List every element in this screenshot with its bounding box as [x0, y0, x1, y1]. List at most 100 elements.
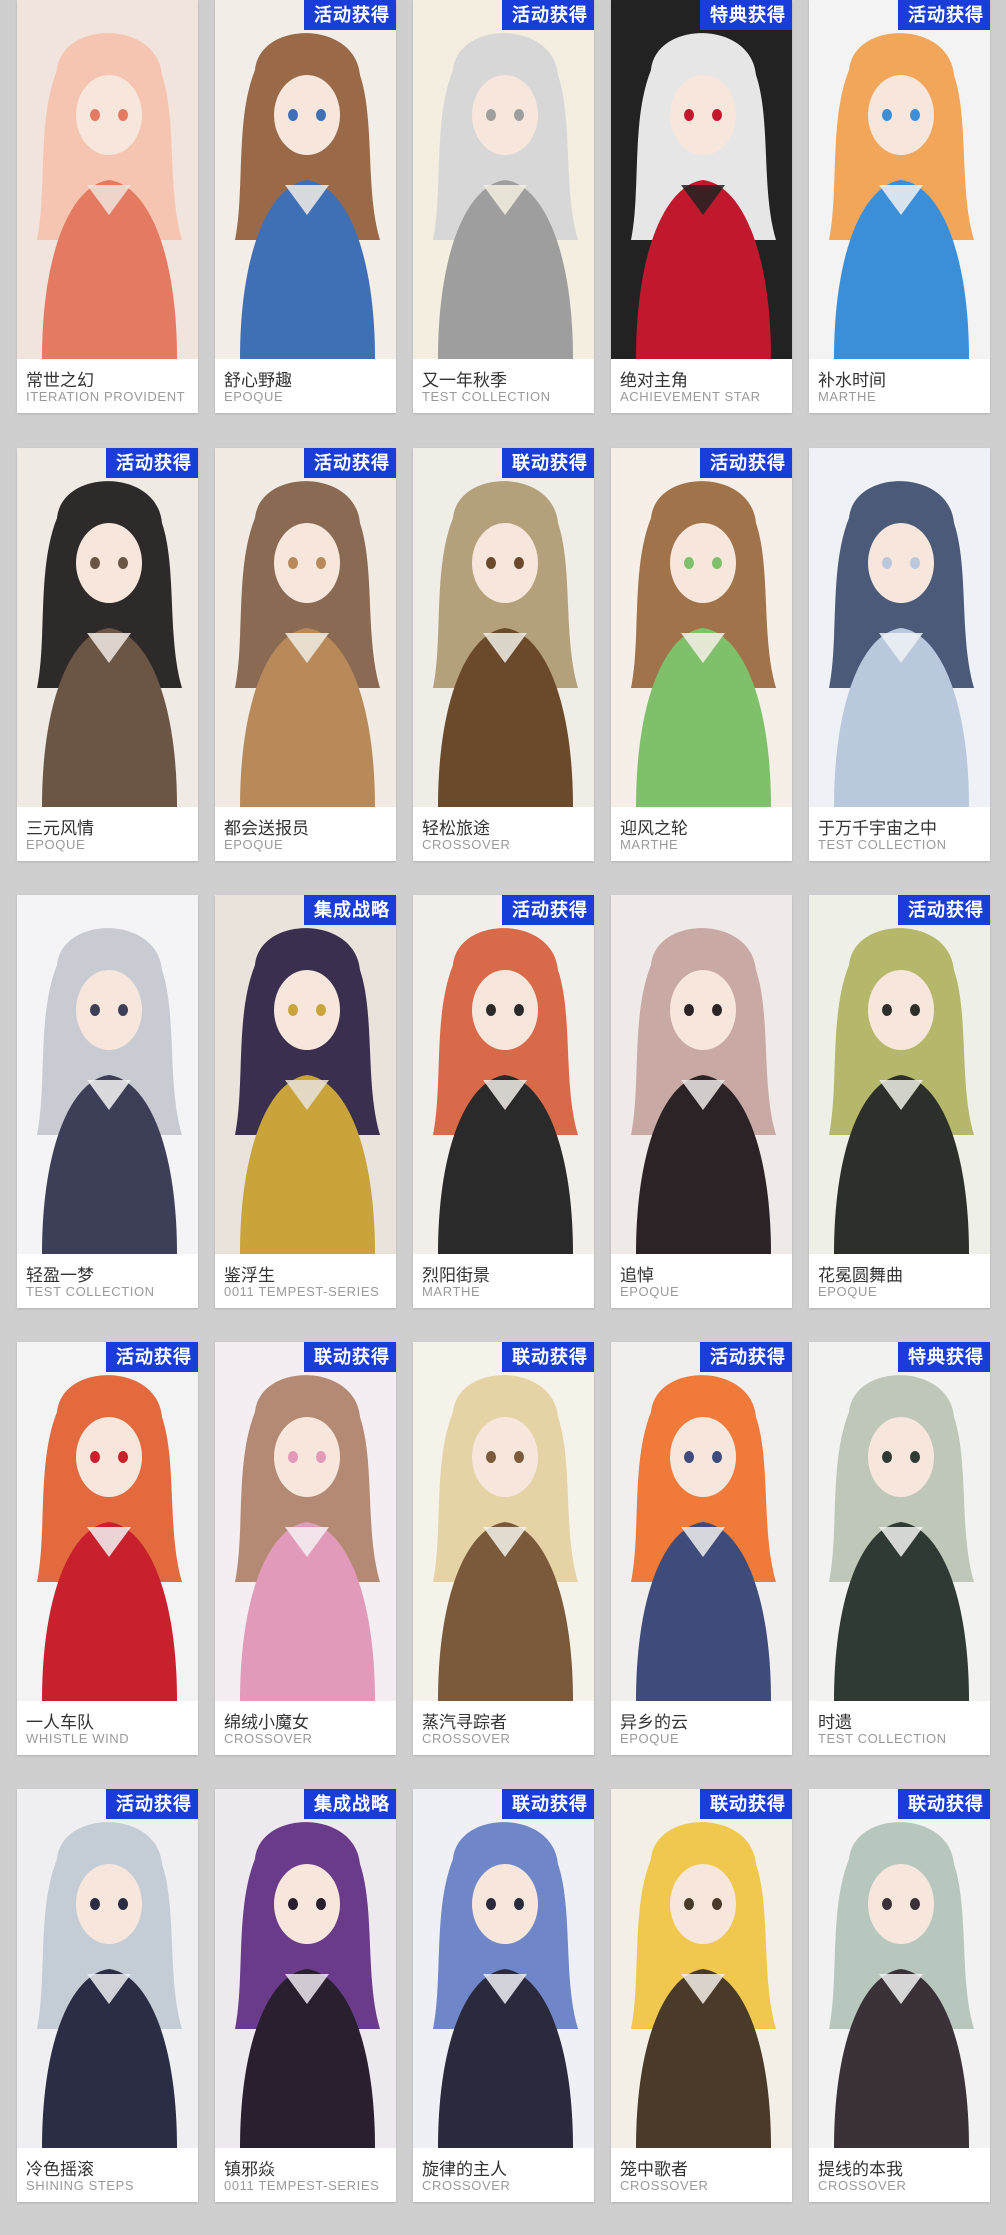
right-eye — [910, 1898, 920, 1910]
skin-series: ACHIEVEMENT STAR — [620, 389, 761, 404]
skin-card[interactable]: 集成战略 鉴浮生 0011 TEMPEST-SERIES — [215, 895, 396, 1308]
skin-card[interactable]: 常世之幻 ITERATION PROVIDENT — [17, 0, 198, 413]
card-caption: 蒸汽寻踪者 CROSSOVER — [413, 1701, 594, 1755]
right-eye — [910, 109, 920, 121]
right-eye — [316, 557, 326, 569]
right-eye — [118, 1451, 128, 1463]
right-eye — [712, 1451, 722, 1463]
character-face — [274, 1417, 340, 1497]
skin-art-frame — [809, 448, 990, 807]
skin-artwork — [17, 448, 198, 807]
character-face — [76, 523, 142, 603]
left-eye — [288, 557, 298, 569]
skin-series: EPOQUE — [620, 1731, 680, 1746]
source-badge: 联动获得 — [502, 1342, 594, 1372]
skin-art-frame — [611, 895, 792, 1254]
skin-series: CROSSOVER — [422, 2178, 511, 2193]
character-face — [868, 1417, 934, 1497]
skin-title: 异乡的云 — [620, 1713, 688, 1733]
skin-card[interactable]: 活动获得 花冕圆舞曲 EPOQUE — [809, 895, 990, 1308]
skin-art-frame — [215, 895, 396, 1254]
skin-card[interactable]: 活动获得 都会送报员 EPOQUE — [215, 448, 396, 861]
skin-artwork — [413, 448, 594, 807]
left-eye — [90, 557, 100, 569]
skin-card[interactable]: 联动获得 提线的本我 CROSSOVER — [809, 1789, 990, 2202]
skin-card[interactable]: 轻盈一梦 TEST COLLECTION — [17, 895, 198, 1308]
skin-art-frame — [611, 1342, 792, 1701]
skin-title: 旋律的主人 — [422, 2160, 507, 2180]
skin-card[interactable]: 联动获得蒸汽寻踪者 CROSSOVER — [413, 1342, 594, 1755]
skin-title: 于万千宇宙之中 — [818, 819, 937, 839]
skin-card[interactable]: 活动获得补水时间 MARTHE — [809, 0, 990, 413]
right-eye — [712, 1004, 722, 1016]
character-face — [274, 523, 340, 603]
skin-series: CROSSOVER — [620, 2178, 709, 2193]
skin-title: 冷色摇滚 — [26, 2160, 94, 2180]
skin-title: 花冕圆舞曲 — [818, 1266, 903, 1286]
skin-card[interactable]: 活动获得 舒心野趣 EPOQUE — [215, 0, 396, 413]
card-caption: 绝对主角 ACHIEVEMENT STAR — [611, 359, 792, 413]
card-caption: 一人车队 WHISTLE WIND — [17, 1701, 198, 1755]
skin-card[interactable]: 特典获得 时遗 TEST COLLECTION — [809, 1342, 990, 1755]
skin-card[interactable]: 活动获得 一人车队 WHISTLE WIND — [17, 1342, 198, 1755]
card-caption: 笼中歌者 CROSSOVER — [611, 2148, 792, 2202]
right-eye — [118, 557, 128, 569]
skin-title: 鉴浮生 — [224, 1266, 275, 1286]
skin-card[interactable]: 联动获得 笼中歌者 CROSSOVER — [611, 1789, 792, 2202]
skin-series: 0011 TEMPEST-SERIES — [224, 1284, 380, 1299]
skin-art-frame — [809, 895, 990, 1254]
source-badge: 活动获得 — [898, 0, 990, 30]
left-eye — [486, 1898, 496, 1910]
character-face — [76, 1864, 142, 1944]
left-eye — [684, 1898, 694, 1910]
skin-card[interactable]: 活动获得 冷色摇滚 SHINING STEPS — [17, 1789, 198, 2202]
skin-card[interactable]: 于万千宇宙之中 TEST COLLECTION — [809, 448, 990, 861]
skin-card[interactable]: 活动获得 三元风情 EPOQUE — [17, 448, 198, 861]
skin-title: 轻松旅途 — [422, 819, 490, 839]
source-badge: 活动获得 — [700, 1342, 792, 1372]
left-eye — [288, 1004, 298, 1016]
right-eye — [316, 1004, 326, 1016]
skin-card[interactable]: 活动获得 又一年秋季 TEST COLLECTION — [413, 0, 594, 413]
skin-art-frame — [413, 1342, 594, 1701]
skin-art-frame — [809, 1342, 990, 1701]
skin-card[interactable]: 集成战略 镇邪焱 0011 TEMPEST-SERIES — [215, 1789, 396, 2202]
skin-card[interactable]: 联动获得 绵绒小魔女 CROSSOVER — [215, 1342, 396, 1755]
skin-art-frame — [17, 895, 198, 1254]
skin-card[interactable]: 特典获得绝对主角 ACHIEVEMENT STAR — [611, 0, 792, 413]
skin-title: 都会送报员 — [224, 819, 309, 839]
skin-title: 绝对主角 — [620, 371, 688, 391]
right-eye — [514, 1451, 524, 1463]
skin-artwork — [215, 448, 396, 807]
source-badge: 集成战略 — [304, 1789, 396, 1819]
skin-card[interactable]: 活动获得 迎风之轮 MARTHE — [611, 448, 792, 861]
skin-artwork — [17, 0, 198, 359]
character-face — [76, 970, 142, 1050]
skin-artwork — [611, 448, 792, 807]
skin-series: MARTHE — [818, 389, 877, 404]
source-badge: 活动获得 — [502, 0, 594, 30]
skin-series: 0011 TEMPEST-SERIES — [224, 2178, 380, 2193]
right-eye — [712, 1898, 722, 1910]
card-caption: 鉴浮生 0011 TEMPEST-SERIES — [215, 1254, 396, 1308]
skin-artwork — [611, 1342, 792, 1701]
right-eye — [910, 1004, 920, 1016]
skin-artwork — [611, 895, 792, 1254]
card-caption: 烈阳街景 MARTHE — [413, 1254, 594, 1308]
skin-card[interactable]: 联动获得 轻松旅途 CROSSOVER — [413, 448, 594, 861]
skin-card[interactable]: 活动获得 烈阳街景 MARTHE — [413, 895, 594, 1308]
skin-art-frame — [809, 1789, 990, 2148]
skin-series: CROSSOVER — [422, 837, 511, 852]
left-eye — [882, 557, 892, 569]
skin-card[interactable]: 联动获得 旋律的主人 CROSSOVER — [413, 1789, 594, 2202]
left-eye — [90, 109, 100, 121]
source-badge: 特典获得 — [700, 0, 792, 30]
skin-title: 补水时间 — [818, 371, 886, 391]
skin-title: 舒心野趣 — [224, 371, 292, 391]
left-eye — [684, 557, 694, 569]
left-eye — [882, 1004, 892, 1016]
skin-card[interactable]: 追悼 EPOQUE — [611, 895, 792, 1308]
skin-card[interactable]: 活动获得异乡的云 EPOQUE — [611, 1342, 792, 1755]
left-eye — [288, 109, 298, 121]
skin-artwork — [17, 895, 198, 1254]
